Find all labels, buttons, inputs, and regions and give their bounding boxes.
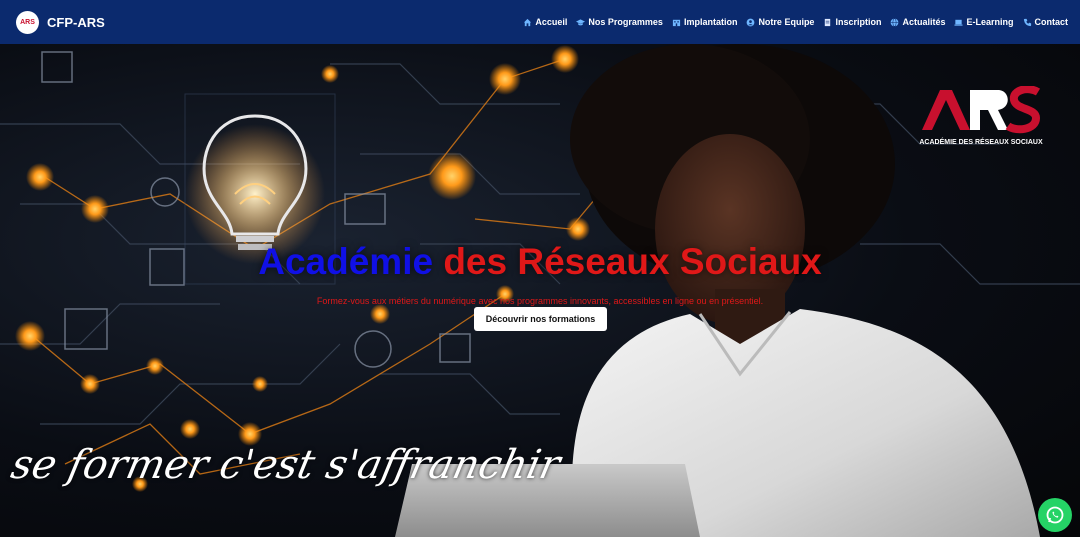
brand[interactable]: ARS CFP-ARS: [16, 10, 105, 34]
brand-name[interactable]: CFP-ARS: [47, 15, 105, 30]
graduation-icon: [576, 18, 586, 25]
hero-title-part2: des Réseaux Sociaux: [443, 241, 822, 282]
nav-links: Accueil Nos Programmes Implantation Notr…: [514, 17, 1068, 27]
nav-label: Contact: [1034, 17, 1069, 27]
phone-icon: [1023, 18, 1031, 26]
laptop-icon: [954, 19, 964, 26]
hero-title: Académie des Réseaux Sociaux: [0, 241, 1080, 283]
nav-label: Accueil: [535, 17, 568, 27]
nav-label: E-Learning: [966, 17, 1014, 27]
top-navbar: ARS CFP-ARS Accueil Nos Programmes Impla…: [0, 0, 1080, 44]
hero-section: ACADÉMIE DES RÉSEAUX SOCIAUX Académie de…: [0, 44, 1080, 537]
nav-item-equipe[interactable]: Notre Equipe: [746, 17, 814, 27]
nav-item-programmes[interactable]: Nos Programmes: [576, 17, 663, 27]
nav-label: Nos Programmes: [588, 17, 663, 27]
form-icon: [825, 18, 831, 26]
nav-item-implantation[interactable]: Implantation: [672, 17, 738, 27]
globe-icon: [891, 17, 899, 27]
nav-item-actualites[interactable]: Actualités: [890, 17, 945, 27]
building-icon: [672, 19, 681, 26]
nav-label: Notre Equipe: [758, 17, 815, 27]
nav-label: Implantation: [683, 17, 738, 27]
hero-title-part1: Académie: [258, 241, 434, 282]
discover-trainings-button[interactable]: Découvrir nos formations: [474, 307, 607, 331]
home-icon: [524, 18, 532, 26]
team-icon: [747, 18, 755, 26]
whatsapp-button[interactable]: [1038, 498, 1072, 532]
nav-label: Inscription: [835, 17, 882, 27]
brand-logo[interactable]: ARS: [16, 10, 39, 34]
nav-item-inscription[interactable]: Inscription: [823, 17, 881, 27]
nav-item-elearning[interactable]: E-Learning: [954, 17, 1014, 27]
ars-logo-text: ACADÉMIE DES RÉSEAUX SOCIAUX: [919, 137, 1043, 146]
whatsapp-icon: [1046, 506, 1064, 524]
nav-item-contact[interactable]: Contact: [1023, 17, 1069, 27]
hero-tagline: se former c'est s'affranchir: [7, 442, 565, 488]
nav-label: Actualités: [902, 17, 946, 27]
ars-logo: ACADÉMIE DES RÉSEAUX SOCIAUX: [919, 86, 1043, 146]
hero-subtitle: Formez-vous aux métiers du numérique ave…: [316, 296, 764, 306]
nav-item-accueil[interactable]: Accueil: [523, 17, 567, 27]
